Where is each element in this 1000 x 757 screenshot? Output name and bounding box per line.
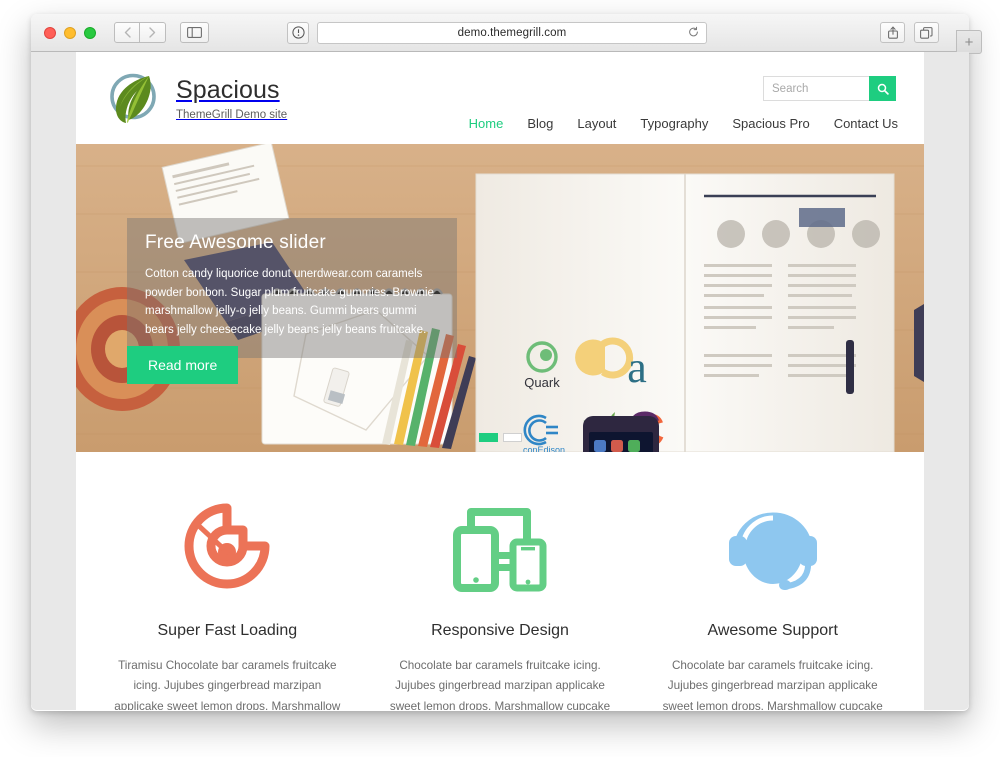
headset-support-icon: [647, 494, 898, 598]
sidebar-icon: [187, 27, 202, 38]
feature-responsive-design: Responsive Design Chocolate bar caramels…: [375, 494, 626, 710]
slider-pagination: [76, 433, 924, 442]
share-icon: [887, 26, 898, 39]
responsive-devices-icon: [375, 494, 626, 598]
site-info-button[interactable]: [287, 21, 309, 44]
site-branding-link[interactable]: Spacious ThemeGrill Demo site: [104, 69, 287, 127]
feature-awesome-support: Awesome Support Chocolate bar caramels f…: [647, 494, 898, 710]
search-form: [763, 76, 896, 101]
nav-item-typography[interactable]: Typography: [640, 116, 708, 131]
window-controls: [44, 26, 96, 39]
chevron-left-icon: [124, 27, 131, 38]
web-page: Spacious ThemeGrill Demo site Search Hom…: [76, 52, 924, 710]
info-shield-icon: [291, 26, 305, 39]
zoom-window-button[interactable]: [84, 26, 96, 39]
site-branding-text: Spacious ThemeGrill Demo site: [176, 75, 287, 121]
url-text: demo.themegrill.com: [457, 26, 567, 39]
site-title: Spacious: [176, 76, 280, 105]
show-tabs-button[interactable]: [914, 22, 939, 43]
minimize-window-button[interactable]: [64, 26, 76, 39]
new-tab-label: +: [964, 33, 974, 51]
share-button[interactable]: [880, 22, 905, 43]
show-tabs-icon: [920, 26, 933, 39]
reload-icon: [689, 26, 698, 36]
forward-button[interactable]: [140, 22, 166, 43]
search-icon: [877, 83, 889, 95]
feature-text: Chocolate bar caramels fruitcake icing. …: [389, 659, 611, 710]
feature-super-fast-loading: Super Fast Loading Tiramisu Chocolate ba…: [102, 494, 353, 710]
show-sidebar-button[interactable]: [180, 22, 209, 43]
leaf-logo-icon: [104, 69, 162, 127]
back-button[interactable]: [114, 22, 140, 43]
slider-caption: Free Awesome slider Cotton candy liquori…: [127, 218, 457, 358]
site-header: Spacious ThemeGrill Demo site Search Hom…: [76, 52, 924, 144]
site-description: ThemeGrill Demo site: [176, 108, 288, 121]
read-more-button[interactable]: Read more: [127, 346, 239, 384]
close-window-button[interactable]: [44, 26, 56, 39]
search-input[interactable]: [763, 76, 869, 101]
screenshot-canvas: demo.themegrill.com + Spacious ThemeGril…: [0, 0, 1000, 757]
hero-slider: Quark a conEdison I C: [76, 144, 924, 452]
speedometer-icon: [102, 494, 353, 598]
svg-text:a: a: [627, 343, 647, 392]
feature-title: Super Fast Loading: [157, 622, 298, 639]
slider-dot-1[interactable]: [478, 433, 498, 442]
reload-button[interactable]: [688, 26, 699, 39]
features-section: Super Fast Loading Tiramisu Chocolate ba…: [76, 452, 924, 710]
feature-title: Responsive Design: [431, 622, 569, 639]
svg-text:Quark: Quark: [524, 375, 560, 390]
nav-item-contact-us[interactable]: Contact Us: [834, 116, 898, 131]
address-bar-area: demo.themegrill.com: [287, 21, 707, 44]
toolbar-actions: [880, 22, 939, 43]
feature-text: Tiramisu Chocolate bar caramels fruitcak…: [114, 659, 341, 710]
history-navigation: [114, 22, 166, 43]
browser-viewport: Spacious ThemeGrill Demo site Search Hom…: [31, 52, 969, 710]
nav-item-spacious-pro[interactable]: Spacious Pro: [732, 116, 809, 131]
slider-title: Free Awesome slider: [145, 232, 326, 253]
svg-text:conEdison: conEdison: [523, 445, 565, 452]
slider-dot-2[interactable]: [502, 433, 522, 442]
new-tab-button[interactable]: +: [956, 30, 982, 54]
address-bar[interactable]: demo.themegrill.com: [317, 21, 707, 44]
search-button[interactable]: [869, 76, 896, 101]
feature-text: Chocolate bar caramels fruitcake icing. …: [662, 659, 883, 710]
nav-item-home[interactable]: Home: [469, 116, 504, 131]
slider-description: Cotton candy liquorice donut unerdwear.c…: [145, 268, 434, 336]
nav-item-blog[interactable]: Blog: [527, 116, 553, 131]
browser-toolbar: demo.themegrill.com +: [31, 14, 982, 54]
chevron-right-icon: [149, 27, 156, 38]
browser-window: demo.themegrill.com + Spacious ThemeGril…: [31, 14, 982, 711]
feature-title: Awesome Support: [707, 622, 838, 639]
nav-item-layout[interactable]: Layout: [577, 116, 616, 131]
primary-navigation: Home Blog Layout Typography Spacious Pro…: [469, 116, 898, 131]
